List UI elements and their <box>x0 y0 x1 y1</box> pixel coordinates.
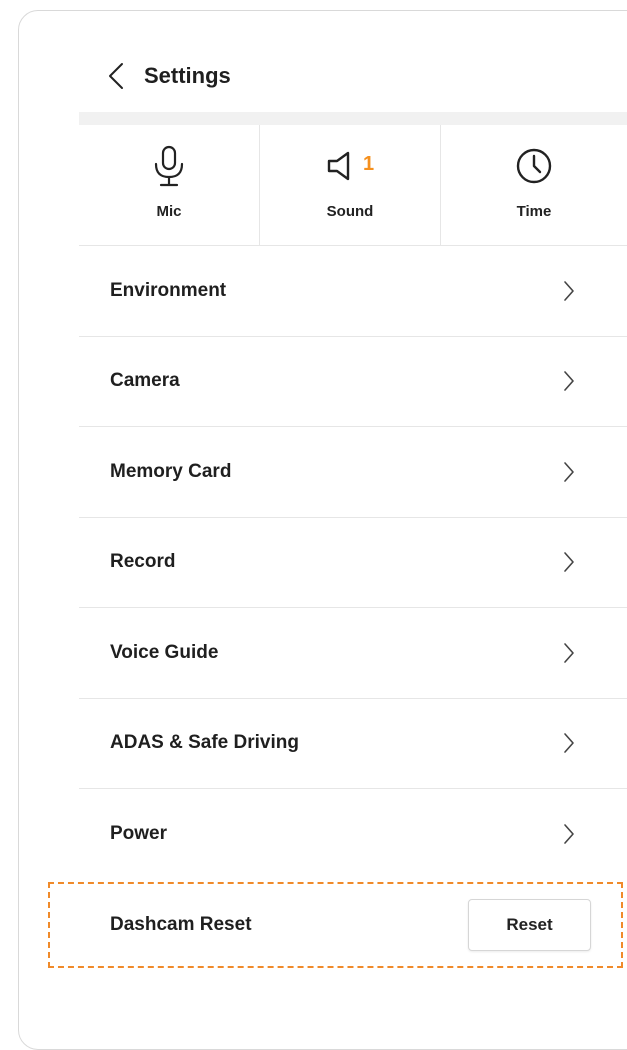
dashcam-reset-row: Dashcam Reset Reset <box>48 882 623 968</box>
speaker-icon <box>327 151 350 181</box>
quick-settings-row: Mic 1 Sound Time <box>79 125 627 246</box>
menu-item-label: Power <box>110 823 168 845</box>
menu-item-power[interactable]: Power <box>79 789 627 880</box>
chevron-right-icon <box>563 642 575 664</box>
quick-setting-label: Time <box>516 203 552 220</box>
menu-item-label: Voice Guide <box>110 641 219 663</box>
menu-item-record[interactable]: Record <box>79 518 627 608</box>
reset-button[interactable]: Reset <box>468 899 591 951</box>
menu-item-memory-card[interactable]: Memory Card <box>79 427 627 518</box>
microphone-icon <box>154 145 184 187</box>
sound-level-badge: 1 <box>362 152 375 175</box>
chevron-right-icon <box>563 461 575 483</box>
clock-icon <box>516 148 552 184</box>
chevron-right-icon <box>563 280 575 302</box>
menu-item-adas-safe-driving[interactable]: ADAS & Safe Driving <box>79 699 627 789</box>
menu-item-label: Memory Card <box>110 460 232 482</box>
chevron-left-icon[interactable] <box>108 61 130 91</box>
settings-menu: Environment Camera Memory Card Record Vo… <box>79 246 627 880</box>
menu-item-camera[interactable]: Camera <box>79 337 627 427</box>
page-title: Settings <box>144 63 231 88</box>
menu-item-label: Environment <box>110 279 227 301</box>
menu-item-label: Camera <box>110 370 180 392</box>
chevron-right-icon <box>563 732 575 754</box>
menu-item-environment[interactable]: Environment <box>79 246 627 337</box>
header: Settings <box>108 58 231 94</box>
chevron-right-icon <box>563 551 575 573</box>
chevron-right-icon <box>563 823 575 845</box>
quick-setting-label: Sound <box>326 203 374 220</box>
quick-setting-label: Mic <box>156 203 182 220</box>
quick-setting-time[interactable]: Time <box>441 125 627 245</box>
menu-item-label: Record <box>110 551 176 573</box>
quick-setting-sound[interactable]: 1 Sound <box>260 125 441 245</box>
chevron-right-icon <box>563 370 575 392</box>
dashcam-reset-label: Dashcam Reset <box>110 914 252 935</box>
menu-item-label: ADAS & Safe Driving <box>110 732 299 754</box>
quick-setting-mic[interactable]: Mic <box>79 125 260 245</box>
separator-band <box>79 112 627 125</box>
menu-item-voice-guide[interactable]: Voice Guide <box>79 608 627 699</box>
